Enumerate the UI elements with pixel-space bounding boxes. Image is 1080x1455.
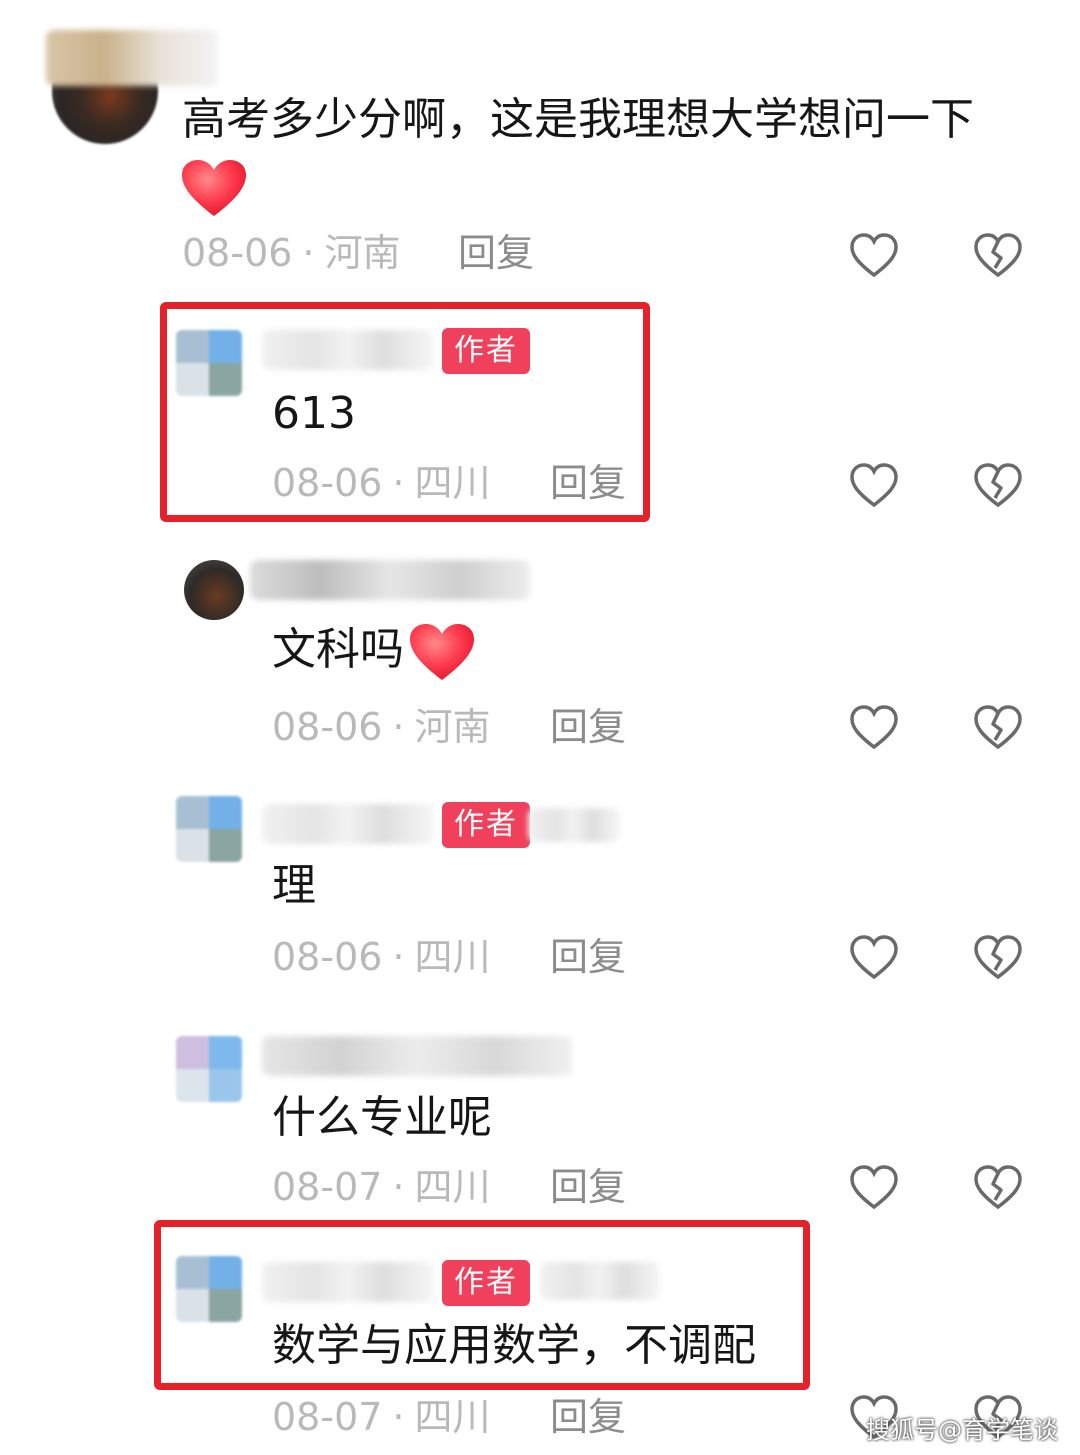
comment-meta: 08-06 · 四川 bbox=[272, 932, 491, 982]
reply-button[interactable]: 回复 bbox=[550, 1162, 626, 1212]
like-button[interactable] bbox=[848, 1162, 900, 1214]
separator: · bbox=[392, 935, 405, 979]
separator: · bbox=[302, 231, 315, 275]
heart-outline-icon bbox=[850, 705, 898, 750]
username[interactable] bbox=[250, 560, 530, 600]
reply-button[interactable]: 回复 bbox=[550, 932, 626, 982]
reply-button[interactable]: 回复 bbox=[550, 702, 626, 752]
avatar[interactable] bbox=[176, 796, 242, 862]
comment-meta: 08-07 · 四川 bbox=[272, 1162, 491, 1212]
like-button[interactable] bbox=[848, 460, 900, 512]
heart-outline-icon bbox=[850, 233, 898, 278]
comment-date: 08-07 bbox=[272, 1395, 383, 1439]
comment-text: 高考多少分啊，这是我理想大学想问一下 bbox=[182, 94, 974, 145]
highlight-box bbox=[154, 1220, 810, 1390]
comment-location: 河南 bbox=[324, 231, 401, 275]
watermark: 搜狐号@育学笔谈 bbox=[866, 1416, 1058, 1444]
comment-date: 08-06 bbox=[272, 935, 383, 979]
broken-heart-icon bbox=[974, 233, 1022, 278]
author-badge: 作者 bbox=[442, 802, 530, 848]
broken-heart-icon bbox=[974, 1165, 1022, 1210]
heart-outline-icon bbox=[850, 463, 898, 508]
dislike-button[interactable] bbox=[972, 932, 1024, 984]
dislike-button[interactable] bbox=[972, 702, 1024, 754]
highlight-box bbox=[160, 302, 650, 522]
red-heart-emoji-icon bbox=[408, 622, 476, 686]
avatar[interactable] bbox=[184, 560, 244, 620]
comment-meta: 08-06 · 河南 bbox=[272, 702, 491, 752]
like-button[interactable] bbox=[848, 932, 900, 984]
comment-date: 08-07 bbox=[272, 1165, 383, 1209]
comment-location: 河南 bbox=[414, 705, 491, 749]
username[interactable] bbox=[262, 804, 434, 844]
separator: · bbox=[392, 1395, 405, 1439]
red-heart-emoji-icon bbox=[180, 158, 248, 222]
username[interactable] bbox=[262, 1036, 572, 1076]
dislike-button[interactable] bbox=[972, 230, 1024, 282]
reply-button[interactable]: 回复 bbox=[458, 228, 534, 278]
comment-text: 文科吗 bbox=[272, 624, 404, 675]
comment-location: 四川 bbox=[414, 935, 491, 979]
comment-text: 理 bbox=[272, 860, 316, 911]
like-button[interactable] bbox=[848, 230, 900, 282]
broken-heart-icon bbox=[974, 463, 1022, 508]
like-button[interactable] bbox=[848, 702, 900, 754]
heart-outline-icon bbox=[850, 935, 898, 980]
heart-outline-icon bbox=[850, 1165, 898, 1210]
dislike-button[interactable] bbox=[972, 1162, 1024, 1214]
username[interactable] bbox=[46, 30, 218, 86]
comment-date: 08-06 bbox=[182, 231, 293, 275]
comment-meta: 08-07 · 四川 bbox=[272, 1392, 491, 1442]
separator: · bbox=[392, 1165, 405, 1209]
comment-location: 四川 bbox=[414, 1395, 491, 1439]
comment-location: 四川 bbox=[414, 1165, 491, 1209]
comment-text: 什么专业呢 bbox=[272, 1092, 492, 1143]
avatar[interactable] bbox=[176, 1036, 242, 1102]
broken-heart-icon bbox=[974, 705, 1022, 750]
broken-heart-icon bbox=[974, 935, 1022, 980]
comment-meta: 08-06 · 河南 bbox=[182, 228, 401, 278]
username-suffix bbox=[528, 808, 620, 842]
reply-button[interactable]: 回复 bbox=[550, 1392, 626, 1442]
dislike-button[interactable] bbox=[972, 460, 1024, 512]
separator: · bbox=[392, 705, 405, 749]
comment-date: 08-06 bbox=[272, 705, 383, 749]
